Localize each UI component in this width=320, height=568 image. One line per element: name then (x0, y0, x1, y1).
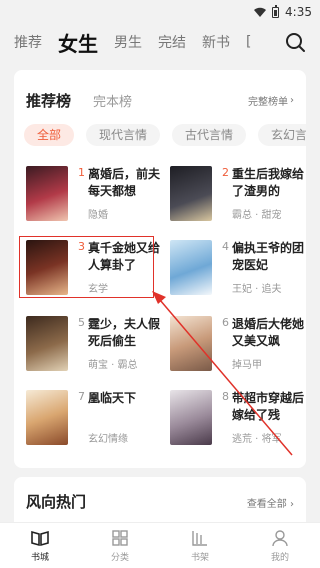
top-nav: 推荐 女生 男生 完结 新书 [ (0, 24, 320, 60)
category-chips: 全部 现代言情 古代言情 玄幻言 (24, 124, 306, 146)
tab-bookshelf-label: 书架 (190, 552, 209, 563)
book-tag: 霸总 · 甜宠 (232, 210, 282, 221)
trending-section: 风向热门 查看全部 › (14, 477, 306, 523)
book-cover (170, 240, 212, 295)
book-rank: 8 (222, 390, 229, 403)
book-title: 霆少，夫人假死后偷生 (88, 317, 161, 348)
tab-female[interactable]: 女生 (58, 28, 98, 57)
ranking-title[interactable]: 推荐榜 (26, 90, 71, 111)
status-time: 4:35 (285, 5, 312, 19)
tab-category-label: 分类 (110, 552, 129, 563)
book-cover (170, 316, 212, 371)
book-tag: 萌宝 · 霸总 (88, 360, 138, 371)
book-cover (26, 390, 68, 445)
tab-bookstore[interactable]: 书城 (0, 523, 80, 568)
book-item[interactable]: 2 重生后我嫁给了渣男的 霸总 · 甜宠 (170, 166, 305, 246)
tab-profile[interactable]: 我的 (240, 523, 320, 568)
highlight-box (19, 236, 154, 298)
book-item[interactable]: 5 霆少，夫人假死后偷生 萌宝 · 霸总 (26, 316, 161, 396)
book-tag: 掉马甲 (232, 360, 262, 371)
book-title: 离婚后，前夫每天都想 (88, 167, 161, 198)
book-title: 凰临天下 (88, 391, 137, 405)
tab-male[interactable]: 男生 (114, 32, 142, 52)
tab-completed[interactable]: 完结 (158, 32, 186, 52)
book-tag: 玄幻情缘 (88, 434, 128, 445)
book-item[interactable]: 7 凰临天下 玄幻情缘 (26, 390, 161, 470)
bottom-tab-bar: 书城 分类 书架 我的 (0, 522, 320, 568)
book-cover (170, 390, 212, 445)
chip-all[interactable]: 全部 (24, 124, 75, 146)
grid-icon (112, 529, 128, 546)
book-title: 带超市穿越后嫁给了残 (232, 391, 305, 422)
book-item[interactable]: 6 退婚后大佬她又美又飒 掉马甲 (170, 316, 305, 396)
user-icon (272, 529, 288, 546)
book-rank: 5 (78, 316, 85, 329)
full-ranking-link[interactable]: 完整榜单 › (248, 93, 294, 108)
wifi-icon (254, 7, 267, 17)
tab-profile-label: 我的 (270, 552, 289, 563)
book-rank: 7 (78, 390, 85, 403)
book-rank: 2 (222, 166, 229, 179)
book-cover (26, 316, 68, 371)
tab-bookshelf[interactable]: 书架 (160, 523, 240, 568)
book-open-icon (31, 530, 49, 546)
book-item[interactable]: 8 带超市穿越后嫁给了残 逃荒 · 将军 (170, 390, 305, 470)
book-title: 退婚后大佬她又美又飒 (232, 317, 305, 348)
chevron-right-icon: › (290, 94, 294, 106)
tab-partial[interactable]: [ (246, 34, 252, 50)
battery-icon (272, 4, 280, 18)
completed-ranking-tab[interactable]: 完本榜 (93, 91, 132, 110)
book-item[interactable]: 1 离婚后，前夫每天都想 隐婚 (26, 166, 161, 246)
chip-ancient[interactable]: 古代言情 (172, 124, 247, 146)
book-item[interactable]: 4 偏执王爷的团宠医妃 王妃 · 追夫 (170, 240, 305, 320)
chip-fantasy[interactable]: 玄幻言 (258, 124, 306, 146)
book-tag: 逃荒 · 将军 (232, 434, 282, 445)
tab-recommend[interactable]: 推荐 (14, 32, 42, 52)
full-ranking-label: 完整榜单 (248, 96, 288, 108)
tab-bookstore-label: 书城 (30, 552, 49, 563)
book-rank: 4 (222, 240, 229, 253)
bookshelf-icon (192, 530, 207, 546)
book-tag: 王妃 · 追夫 (232, 284, 282, 295)
book-title: 偏执王爷的团宠医妃 (232, 241, 305, 272)
tab-new[interactable]: 新书 (202, 32, 230, 52)
book-rank: 6 (222, 316, 229, 329)
book-tag: 隐婚 (88, 210, 108, 221)
chip-modern[interactable]: 现代言情 (86, 124, 161, 146)
book-cover (26, 166, 68, 221)
book-cover (170, 166, 212, 221)
tab-category[interactable]: 分类 (80, 523, 160, 568)
book-rank: 1 (78, 166, 85, 179)
search-icon[interactable] (284, 31, 306, 53)
trending-title: 风向热门 (26, 493, 87, 511)
book-title: 重生后我嫁给了渣男的 (232, 167, 305, 198)
view-all-link[interactable]: 查看全部 › (247, 495, 294, 510)
status-bar: 4:35 (0, 0, 320, 24)
